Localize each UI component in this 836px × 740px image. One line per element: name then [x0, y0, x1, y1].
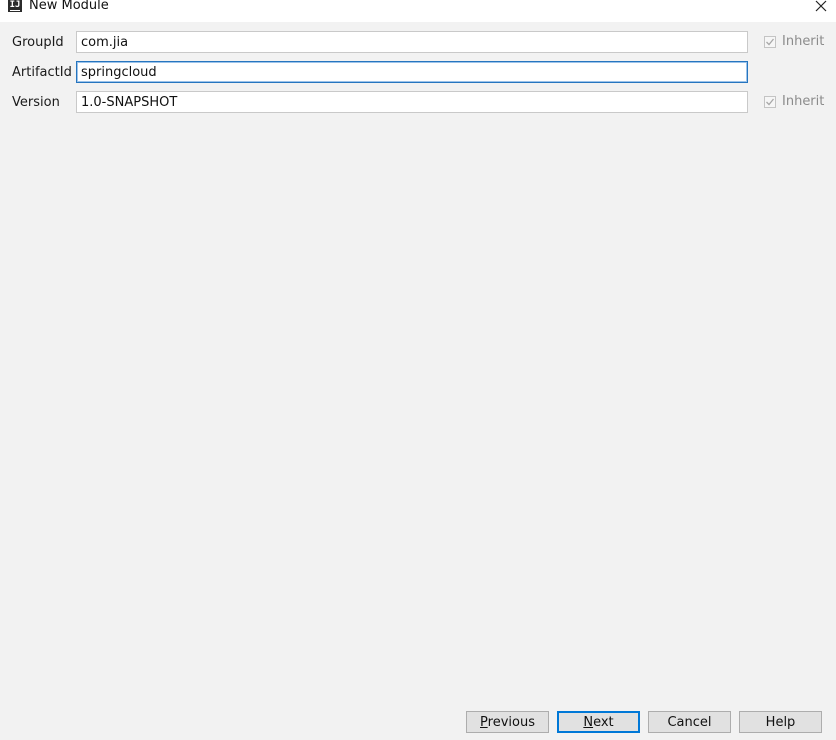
cancel-button[interactable]: Cancel: [648, 711, 731, 733]
close-icon: [815, 0, 827, 12]
inherit-checkbox[interactable]: [764, 96, 776, 108]
group-id-inherit-checkbox[interactable]: Inherit: [764, 34, 824, 50]
version-input[interactable]: [76, 91, 748, 113]
intellij-app-icon: IJ: [8, 0, 22, 12]
window-title: New Module: [29, 0, 109, 13]
artifact-id-label: ArtifactId: [12, 65, 72, 80]
title-bar: IJ New Module: [0, 0, 836, 22]
inherit-label: Inherit: [782, 94, 825, 109]
version-inherit-checkbox[interactable]: Inherit: [764, 94, 824, 110]
group-id-input[interactable]: [76, 31, 748, 53]
group-id-label: GroupId: [12, 35, 64, 50]
checkmark-icon: [766, 98, 775, 106]
inherit-checkbox[interactable]: [764, 36, 776, 48]
close-button[interactable]: [806, 0, 836, 16]
new-module-dialog: IJ New Module GroupId Inherit ArtifactId…: [0, 0, 836, 740]
artifact-id-input[interactable]: [76, 61, 748, 83]
help-button[interactable]: Help: [739, 711, 822, 733]
previous-mnemonic: P: [480, 715, 488, 730]
inherit-label: Inherit: [782, 34, 825, 49]
next-label-rest: ext: [593, 715, 614, 730]
previous-button[interactable]: Previous: [466, 711, 549, 733]
version-label: Version: [12, 95, 60, 110]
next-mnemonic: N: [583, 715, 594, 730]
next-button[interactable]: Next: [557, 711, 640, 733]
previous-label-rest: revious: [487, 715, 535, 730]
checkmark-icon: [766, 38, 775, 46]
